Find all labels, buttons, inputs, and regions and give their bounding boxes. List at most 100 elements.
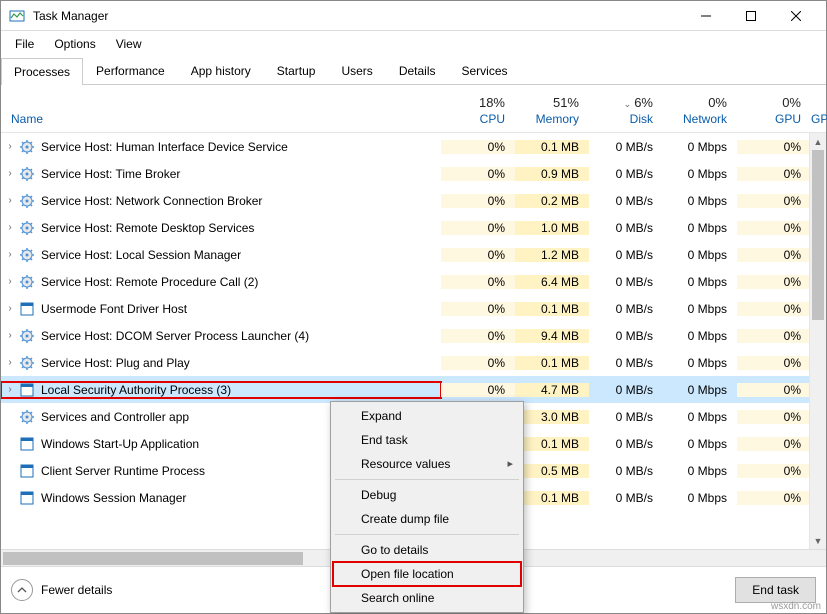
column-cpu[interactable]: 18% CPU bbox=[441, 91, 515, 132]
column-disk[interactable]: ⌄6% Disk bbox=[589, 91, 663, 132]
cell-cpu: 0% bbox=[441, 383, 515, 397]
tab-strip: Processes Performance App history Startu… bbox=[1, 57, 826, 85]
process-row[interactable]: ›Usermode Font Driver Host0%0.1 MB0 MB/s… bbox=[1, 295, 826, 322]
expand-chevron-icon[interactable]: › bbox=[1, 195, 19, 206]
ctx-create-dump[interactable]: Create dump file bbox=[333, 507, 521, 531]
column-name[interactable]: Name bbox=[1, 108, 441, 132]
cell-mem: 6.4 MB bbox=[515, 275, 589, 289]
cell-mem: 1.2 MB bbox=[515, 248, 589, 262]
expand-chevron-icon[interactable]: › bbox=[1, 384, 19, 395]
ctx-debug[interactable]: Debug bbox=[333, 483, 521, 507]
expand-chevron-icon[interactable]: › bbox=[1, 141, 19, 152]
tab-users[interactable]: Users bbox=[328, 57, 385, 84]
process-row[interactable]: ›Service Host: Remote Procedure Call (2)… bbox=[1, 268, 826, 295]
close-button[interactable] bbox=[773, 2, 818, 30]
process-row[interactable]: › Service Host: Human Interface Device Se… bbox=[1, 133, 826, 160]
tab-app-history[interactable]: App history bbox=[178, 57, 264, 84]
scroll-down-icon[interactable]: ▼ bbox=[810, 532, 826, 549]
tab-processes[interactable]: Processes bbox=[1, 58, 83, 85]
expand-chevron-icon[interactable]: › bbox=[1, 357, 19, 368]
gear-icon bbox=[19, 139, 35, 155]
cell-disk: 0 MB/s bbox=[589, 356, 663, 370]
tab-startup[interactable]: Startup bbox=[264, 57, 329, 84]
cell-cpu: 0% bbox=[441, 329, 515, 343]
tab-services[interactable]: Services bbox=[449, 57, 521, 84]
minimize-button[interactable] bbox=[683, 2, 728, 30]
memory-label: Memory bbox=[515, 112, 579, 126]
cell-disk: 0 MB/s bbox=[589, 383, 663, 397]
vertical-scrollbar[interactable]: ▲ ▼ bbox=[809, 133, 826, 549]
column-headers: Name 18% CPU 51% Memory ⌄6% Disk 0% Netw… bbox=[1, 85, 826, 133]
menubar: File Options View bbox=[1, 31, 826, 57]
cpu-percent: 18% bbox=[441, 95, 505, 110]
hscroll-thumb[interactable] bbox=[3, 552, 303, 565]
cell-gpu: 0% bbox=[737, 194, 811, 208]
cell-disk: 0 MB/s bbox=[589, 275, 663, 289]
expand-chevron-icon[interactable]: › bbox=[1, 330, 19, 341]
cell-net: 0 Mbps bbox=[663, 275, 737, 289]
cell-gpu: 0% bbox=[737, 221, 811, 235]
scroll-thumb[interactable] bbox=[812, 150, 824, 320]
tab-details[interactable]: Details bbox=[386, 57, 449, 84]
ctx-go-to-details[interactable]: Go to details bbox=[333, 538, 521, 562]
cell-cpu: 0% bbox=[441, 194, 515, 208]
gear-icon bbox=[19, 220, 35, 236]
gear-icon bbox=[19, 355, 35, 371]
ctx-end-task[interactable]: End task bbox=[333, 428, 521, 452]
tab-performance[interactable]: Performance bbox=[83, 57, 178, 84]
process-name: Service Host: Human Interface Device Ser… bbox=[41, 140, 288, 154]
gear-icon bbox=[19, 328, 35, 344]
maximize-button[interactable] bbox=[728, 2, 773, 30]
column-gpu-engine[interactable]: GPU Eng bbox=[811, 108, 827, 132]
ctx-open-file-location[interactable]: Open file location bbox=[333, 562, 521, 586]
menu-view[interactable]: View bbox=[106, 33, 152, 55]
gear-icon bbox=[19, 247, 35, 263]
cell-gpu: 0% bbox=[737, 329, 811, 343]
process-name: Services and Controller app bbox=[41, 410, 189, 424]
gpu-percent: 0% bbox=[737, 95, 801, 110]
cell-mem: 1.0 MB bbox=[515, 221, 589, 235]
ctx-search-online[interactable]: Search online bbox=[333, 586, 521, 610]
cell-disk: 0 MB/s bbox=[589, 410, 663, 424]
process-row[interactable]: ›Local Security Authority Process (3)0%4… bbox=[1, 376, 826, 403]
cell-net: 0 Mbps bbox=[663, 221, 737, 235]
ctx-separator bbox=[335, 534, 519, 535]
expand-chevron-icon[interactable]: › bbox=[1, 222, 19, 233]
expand-chevron-icon[interactable]: › bbox=[1, 276, 19, 287]
end-task-button[interactable]: End task bbox=[735, 577, 816, 603]
process-name: Client Server Runtime Process bbox=[41, 464, 205, 478]
gear-icon bbox=[19, 274, 35, 290]
process-row[interactable]: ›Service Host: Local Session Manager0%1.… bbox=[1, 241, 826, 268]
column-memory[interactable]: 51% Memory bbox=[515, 91, 589, 132]
process-row[interactable]: ›Service Host: DCOM Server Process Launc… bbox=[1, 322, 826, 349]
disk-percent: 6% bbox=[634, 95, 653, 110]
gpu-label: GPU bbox=[737, 112, 801, 126]
ctx-expand[interactable]: Expand bbox=[333, 404, 521, 428]
network-percent: 0% bbox=[663, 95, 727, 110]
cell-gpu: 0% bbox=[737, 464, 811, 478]
window-title: Task Manager bbox=[33, 9, 683, 23]
context-menu: Expand End task Resource values Debug Cr… bbox=[330, 401, 524, 613]
ctx-resource-values[interactable]: Resource values bbox=[333, 452, 521, 476]
menu-file[interactable]: File bbox=[5, 33, 44, 55]
expand-chevron-icon[interactable]: › bbox=[1, 168, 19, 179]
memory-percent: 51% bbox=[515, 95, 579, 110]
cell-mem: 4.7 MB bbox=[515, 383, 589, 397]
cell-cpu: 0% bbox=[441, 167, 515, 181]
process-row[interactable]: ›Service Host: Remote Desktop Services0%… bbox=[1, 214, 826, 241]
expand-chevron-icon[interactable]: › bbox=[1, 303, 19, 314]
ctx-separator bbox=[335, 479, 519, 480]
expand-chevron-icon[interactable]: › bbox=[1, 249, 19, 260]
process-name: Windows Session Manager bbox=[41, 491, 186, 505]
cpu-label: CPU bbox=[441, 112, 505, 126]
disk-label: Disk bbox=[589, 112, 653, 126]
process-row[interactable]: ›Service Host: Time Broker0%0.9 MB0 MB/s… bbox=[1, 160, 826, 187]
process-row[interactable]: ›Service Host: Plug and Play0%0.1 MB0 MB… bbox=[1, 349, 826, 376]
cell-mem: 0.1 MB bbox=[515, 302, 589, 316]
menu-options[interactable]: Options bbox=[44, 33, 105, 55]
scroll-up-icon[interactable]: ▲ bbox=[810, 133, 826, 150]
process-name: Service Host: Plug and Play bbox=[41, 356, 190, 370]
column-network[interactable]: 0% Network bbox=[663, 91, 737, 132]
process-row[interactable]: ›Service Host: Network Connection Broker… bbox=[1, 187, 826, 214]
column-gpu[interactable]: 0% GPU bbox=[737, 91, 811, 132]
